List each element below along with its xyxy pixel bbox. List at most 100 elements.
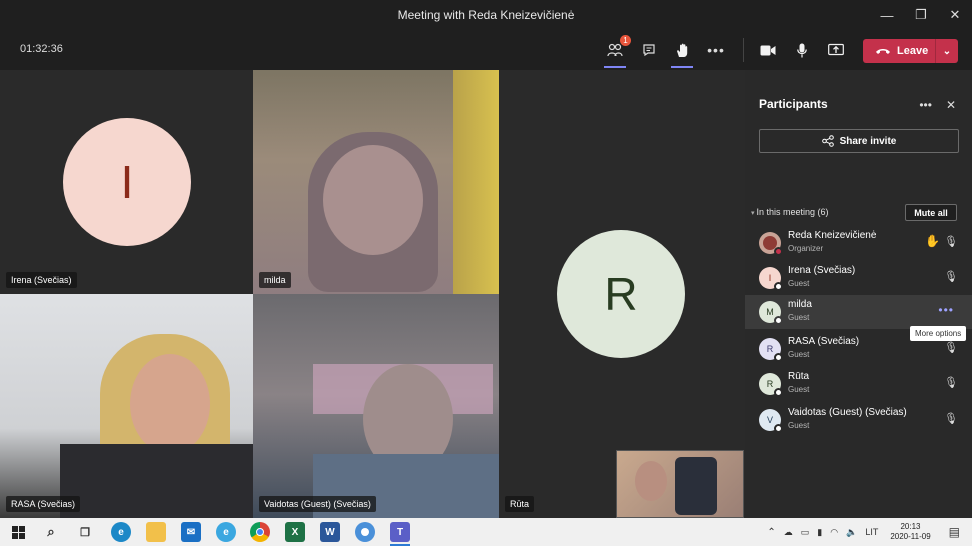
participant-row[interactable]: M milda Guest ••• [745, 295, 972, 329]
video-tile-irena[interactable]: I Irena (Svečias) [0, 70, 253, 294]
microphone-button[interactable] [791, 39, 813, 61]
self-view-preview[interactable] [616, 450, 744, 518]
chrome-app[interactable] [250, 522, 270, 542]
status-dot [774, 282, 783, 291]
participants-button[interactable]: 1 [604, 35, 631, 68]
panel-close-icon[interactable]: ✕ [946, 98, 956, 112]
search-button[interactable]: ⌕ [41, 522, 61, 542]
participant-name: Irena (Svečias) [788, 265, 856, 276]
tile-name-milda: milda [259, 272, 291, 288]
microphone-icon [797, 43, 807, 57]
mail-icon: ✉ [186, 526, 196, 538]
avatar-initial: I [768, 273, 772, 283]
participant-row[interactable]: R Rūta Guest 🎙 [745, 367, 972, 401]
participant-avatar: R [759, 338, 783, 362]
title-bar: Meeting with Reda Kneizevičienė — ❐ ✕ [0, 0, 972, 30]
share-invite-button[interactable]: Share invite [759, 129, 959, 153]
chrome-icon [256, 528, 264, 536]
taskbar: ⌕ ❐ e ✉ e X W T ⌃ ☁ ▭ ▮ ◠ 🔈 LIT 20:13 20… [0, 518, 972, 546]
video-tile-ruta[interactable]: R Rūta [499, 70, 745, 518]
share-screen-button[interactable] [825, 39, 847, 61]
chat-button[interactable] [638, 39, 660, 61]
video-tile-rasa[interactable]: RASA (Svečias) [0, 294, 253, 518]
tile-name-rasa: RASA (Svečias) [6, 496, 81, 512]
microphone-icon: 🎙 [944, 236, 958, 248]
microphone-icon: 🎙 [944, 271, 958, 283]
file-explorer-app[interactable] [146, 522, 166, 542]
status-dot [774, 388, 783, 397]
onedrive-icon[interactable]: ☁ [784, 527, 793, 538]
camera-button[interactable] [757, 39, 779, 61]
wifi-icon[interactable]: ◠ [830, 527, 838, 538]
clock-date: 2020-11-09 [890, 532, 931, 541]
language-indicator[interactable]: LIT [865, 527, 878, 537]
participant-name: Vaidotas (Guest) (Svečias) [788, 407, 907, 418]
phone-shape [675, 457, 717, 515]
video-stage: I Irena (Svečias) milda R Rūta RASA (Sve… [0, 70, 745, 518]
share-invite-label: Share invite [839, 135, 897, 147]
internet-explorer-app[interactable]: e [216, 522, 236, 542]
leave-button[interactable]: Leave ⌄ [863, 39, 958, 63]
start-button[interactable] [8, 522, 28, 542]
avatar-initial: V [766, 415, 773, 425]
chat-icon [643, 44, 655, 57]
panel-actions: ••• ✕ [919, 98, 956, 112]
chrome-profile-app[interactable] [355, 522, 375, 542]
windows-icon [11, 525, 25, 539]
minimize-icon[interactable]: — [870, 0, 904, 30]
mute-all-button[interactable]: Mute all [905, 204, 957, 221]
in-meeting-section[interactable]: ▾ In this meeting (6) [751, 207, 829, 217]
tile-name-vaidotas: Vaidotas (Guest) (Svečias) [259, 496, 376, 512]
leave-main[interactable]: Leave [863, 45, 935, 57]
hand-icon [677, 43, 688, 57]
status-dot [774, 316, 783, 325]
meeting-timer: 01:32:36 [20, 43, 63, 55]
mail-app[interactable]: ✉ [181, 522, 201, 542]
participants-panel: Participants ••• ✕ Share invite ▾ In thi… [745, 70, 972, 518]
device-icon[interactable]: ▭ [801, 527, 810, 538]
avatar-initial: M [766, 307, 774, 317]
avatar-initial: R [766, 344, 774, 354]
ie-icon: e [223, 526, 229, 538]
participant-role: Guest [788, 385, 810, 394]
participant-avatar: M [759, 301, 783, 325]
more-options-tooltip: More options [910, 326, 967, 341]
chevron-up-icon[interactable]: ⌃ [767, 527, 775, 538]
more-actions-button[interactable]: ••• [705, 39, 727, 61]
participant-row[interactable]: I Irena (Svečias) Guest 🎙 [745, 261, 972, 295]
microphone-icon: 🎙 [944, 377, 958, 389]
edge-icon: e [118, 526, 124, 538]
teams-app[interactable]: T [390, 522, 410, 546]
more-options-icon[interactable]: ••• [938, 303, 954, 317]
volume-icon[interactable]: 🔈 [846, 527, 857, 538]
participant-role: Guest [788, 313, 810, 322]
word-app[interactable]: W [320, 522, 340, 542]
clock-time: 20:13 [900, 522, 921, 531]
battery-icon[interactable]: ▮ [817, 527, 822, 538]
meeting-toolbar: 01:32:36 1 ••• Leave ⌄ [0, 30, 972, 70]
clock[interactable]: 20:13 2020-11-09 [890, 522, 930, 542]
microphone-icon: 🎙 [944, 342, 958, 354]
participant-role: Guest [788, 279, 810, 288]
microphone-icon: 🎙 [944, 413, 958, 425]
restore-icon[interactable]: ❐ [904, 0, 938, 30]
participant-row[interactable]: Reda Kneizevičienė Organizer ✋ 🎙 [745, 226, 972, 260]
excel-app[interactable]: X [285, 522, 305, 542]
raise-hand-button[interactable] [671, 39, 693, 68]
edge-app[interactable]: e [111, 522, 131, 542]
participant-name: RASA (Svečias) [788, 336, 860, 347]
video-tile-milda[interactable]: milda [253, 70, 499, 294]
close-window-icon[interactable]: ✕ [938, 0, 972, 30]
browser-icon [361, 528, 369, 536]
video-tile-vaidotas[interactable]: Vaidotas (Guest) (Svečias) [253, 294, 499, 518]
person-face-shape [323, 145, 423, 255]
notifications-icon[interactable]: ▤ [949, 525, 960, 539]
status-dot [774, 353, 783, 362]
task-view-button[interactable]: ❐ [75, 522, 95, 542]
panel-more-icon[interactable]: ••• [919, 98, 932, 112]
share-icon [821, 135, 834, 147]
leave-dropdown[interactable]: ⌄ [935, 39, 958, 63]
hang-up-icon [876, 49, 890, 54]
participants-badge: 1 [620, 35, 631, 46]
participant-row[interactable]: V Vaidotas (Guest) (Svečias) Guest 🎙 [745, 403, 972, 437]
